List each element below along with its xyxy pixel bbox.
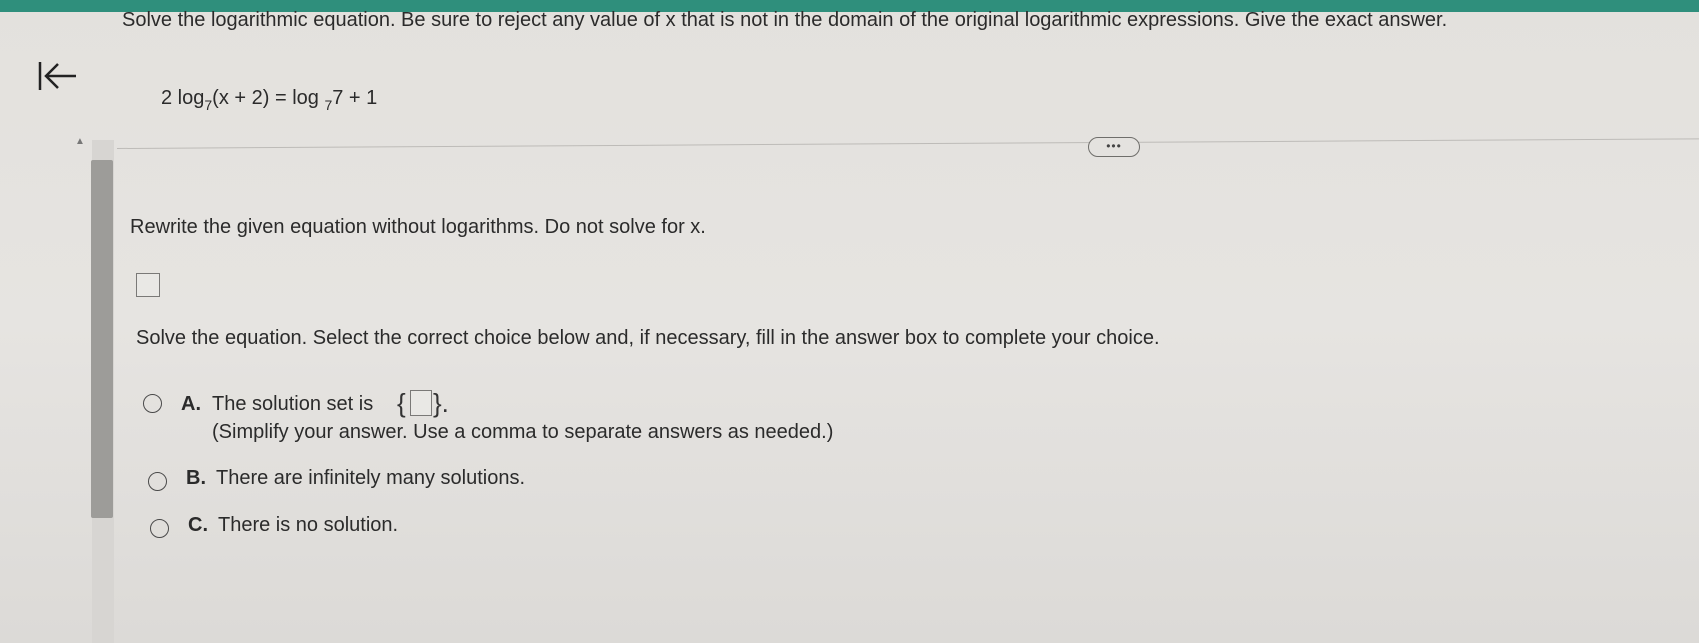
option-c-text: There is no solution. [218, 514, 399, 536]
section-divider [117, 138, 1699, 149]
equation: 2 log7(x + 2) = log 77 + 1 [161, 86, 378, 113]
solution-set-input[interactable] [410, 390, 432, 416]
equation-coef: 2 log [161, 87, 205, 109]
question-instruction: Solve the logarithmic equation. Be sure … [122, 9, 1448, 31]
part1-prompt: Rewrite the given equation without logar… [130, 216, 706, 238]
scroll-up-icon[interactable]: ▲ [74, 136, 86, 148]
option-b-letter: B. [186, 467, 206, 489]
option-a-text: The solution set is [212, 393, 374, 415]
equation-base-2: 7 [324, 97, 333, 113]
back-button[interactable] [36, 58, 82, 98]
option-b-text: There are infinitely many solutions. [216, 467, 526, 489]
set-brace-left: { [397, 388, 406, 418]
equation-base-1: 7 [204, 97, 213, 113]
option-b-radio[interactable] [148, 472, 167, 491]
expand-toggle-button[interactable]: ••• [1088, 137, 1140, 157]
option-a-radio[interactable] [143, 394, 162, 413]
equation-rest: 7 + 1 [332, 87, 378, 109]
option-a-hint: (Simplify your answer. Use a comma to se… [212, 421, 834, 443]
option-c-letter: C. [188, 514, 208, 536]
option-a-letter: A. [181, 393, 201, 415]
rewrite-answer-input[interactable] [136, 273, 160, 297]
equation-arg-1: (x + 2) = log [212, 87, 319, 109]
part2-prompt: Solve the equation. Select the correct c… [136, 327, 1160, 349]
set-brace-right: }. [433, 388, 449, 418]
option-c-radio[interactable] [150, 519, 169, 538]
scrollbar-thumb[interactable] [91, 160, 113, 518]
arrow-left-to-bar-icon [38, 62, 76, 90]
